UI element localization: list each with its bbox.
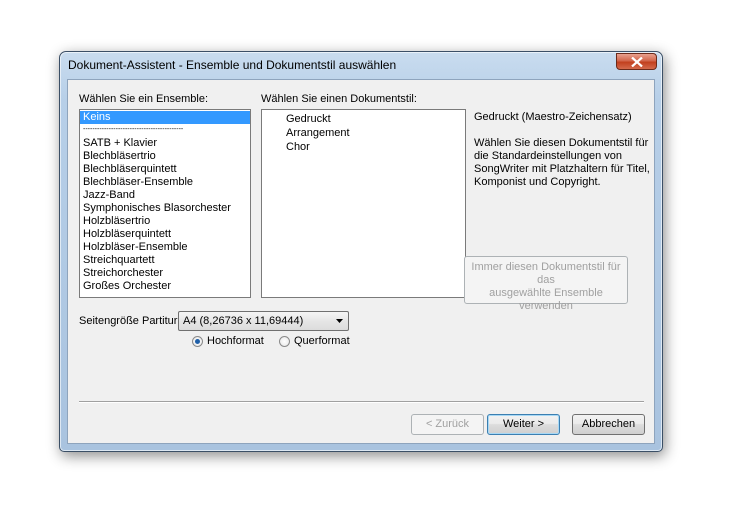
close-button[interactable] xyxy=(616,53,657,70)
ensemble-item-selected[interactable]: Keins xyxy=(80,111,250,124)
ensemble-item[interactable]: Blechbläsertrio xyxy=(80,150,250,163)
landscape-radio[interactable] xyxy=(279,336,290,347)
ensemble-item[interactable]: Symphonisches Blasorchester xyxy=(80,202,250,215)
portrait-label[interactable]: Hochformat xyxy=(207,335,264,347)
description-line: SongWriter mit Platzhaltern für Titel, xyxy=(474,163,650,175)
description-line: Komponist und Copyright. xyxy=(474,176,601,188)
ensemble-listbox[interactable]: Keins ----------------------------------… xyxy=(79,109,251,298)
always-use-style-button[interactable]: Immer diesen Dokumentstil für das ausgew… xyxy=(464,256,628,312)
ensemble-separator: ----------------------------------------… xyxy=(83,126,184,133)
style-description-title: Gedruckt (Maestro-Zeichensatz) xyxy=(474,111,632,123)
ensemble-item[interactable]: SATB + Klavier xyxy=(80,137,250,150)
ensemble-item[interactable]: Holzbläser-Ensemble xyxy=(80,241,250,254)
landscape-label[interactable]: Querformat xyxy=(294,335,350,347)
page-size-select[interactable]: A4 (8,26736 x 11,69444) xyxy=(178,311,349,331)
description-line: die Standardeinstellungen von xyxy=(474,150,623,162)
divider xyxy=(79,401,644,403)
ensemble-item[interactable]: Blechbläser-Ensemble xyxy=(80,176,250,189)
window-title: Dokument-Assistent - Ensemble und Dokume… xyxy=(68,58,397,72)
style-description: Wählen Sie diesen Dokumentstil für die S… xyxy=(474,137,650,189)
wizard-window: Dokument-Assistent - Ensemble und Dokume… xyxy=(59,51,663,452)
always-button-line: Immer diesen Dokumentstil für das xyxy=(471,261,621,286)
chevron-down-icon xyxy=(336,319,343,323)
ensemble-label: Wählen Sie ein Ensemble: xyxy=(79,93,209,105)
ensemble-item[interactable]: Holzbläsertrio xyxy=(80,215,250,228)
radio-checked-dot xyxy=(195,339,200,344)
ensemble-item[interactable]: Jazz-Band xyxy=(80,189,250,202)
description-line: Wählen Sie diesen Dokumentstil für xyxy=(474,137,649,149)
back-button[interactable]: < Zurück xyxy=(411,414,484,435)
style-item[interactable]: Chor xyxy=(262,140,465,154)
close-icon xyxy=(631,57,643,67)
cancel-button[interactable]: Abbrechen xyxy=(572,414,645,435)
dialog-client-area: Wählen Sie ein Ensemble: Keins ---------… xyxy=(67,79,655,444)
next-button[interactable]: Weiter > xyxy=(487,414,560,435)
style-item[interactable]: Gedruckt xyxy=(262,112,465,126)
title-bar[interactable]: Dokument-Assistent - Ensemble und Dokume… xyxy=(60,52,662,79)
style-listbox[interactable]: Gedruckt Arrangement Chor xyxy=(261,109,466,298)
always-button-line: verwenden xyxy=(519,300,573,312)
ensemble-item[interactable]: Großes Orchester xyxy=(80,280,250,293)
page-size-label: Seitengröße Partitur: xyxy=(79,315,181,327)
ensemble-item[interactable]: Streichorchester xyxy=(80,267,250,280)
ensemble-item[interactable]: Streichquartett xyxy=(80,254,250,267)
page-size-value: A4 (8,26736 x 11,69444) xyxy=(183,315,304,327)
portrait-radio[interactable] xyxy=(192,336,203,347)
style-label: Wählen Sie einen Dokumentstil: xyxy=(261,93,417,105)
ensemble-item[interactable]: Blechbläserquintett xyxy=(80,163,250,176)
style-item[interactable]: Arrangement xyxy=(262,126,465,140)
ensemble-item[interactable]: Holzbläserquintett xyxy=(80,228,250,241)
always-button-line: ausgewählte Ensemble xyxy=(489,287,603,299)
